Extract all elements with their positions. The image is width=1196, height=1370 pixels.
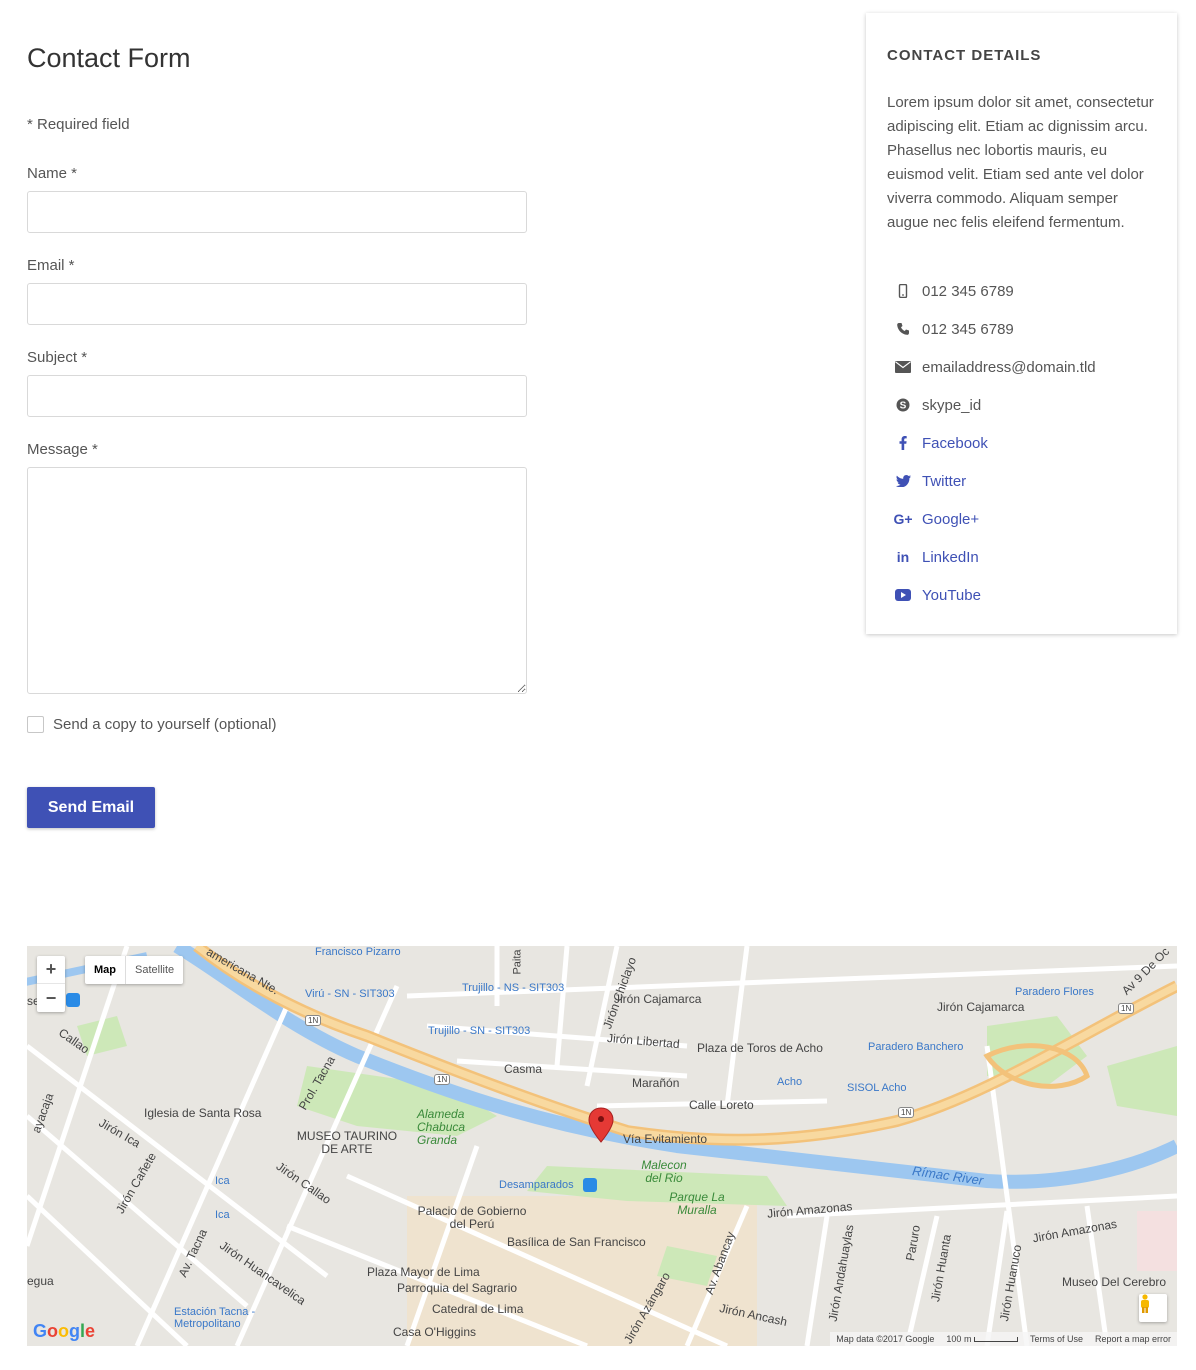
linkedin-icon: in bbox=[896, 549, 910, 565]
google-plus-icon: G+ bbox=[893, 511, 913, 527]
subject-input[interactable] bbox=[27, 375, 527, 417]
map-label: Ica bbox=[215, 1209, 230, 1221]
google-map[interactable]: Francisco Pizarro americana Nte. Virú - … bbox=[27, 946, 1177, 1346]
send-email-button[interactable]: Send Email bbox=[27, 787, 155, 828]
map-type-control: Map Satellite bbox=[85, 956, 184, 984]
map-label: SISOL Acho bbox=[847, 1082, 907, 1094]
map-label: Marañón bbox=[632, 1076, 680, 1090]
map-label: Casma bbox=[504, 1062, 543, 1076]
skype-icon: S bbox=[892, 396, 914, 414]
svg-text:S: S bbox=[900, 401, 907, 412]
copy-checkbox[interactable] bbox=[27, 716, 44, 733]
report-map-error-link[interactable]: Report a map error bbox=[1095, 1334, 1171, 1344]
youtube-icon bbox=[892, 586, 914, 604]
map-label: Acho bbox=[777, 1076, 803, 1088]
street-view-pegman-icon[interactable] bbox=[1139, 1294, 1167, 1322]
map-label: Plaza Mayor de Lima bbox=[367, 1265, 480, 1279]
message-textarea[interactable] bbox=[27, 467, 527, 694]
map-label: Paradero Flores bbox=[1015, 986, 1094, 998]
map-label: Alameda Chabuca Granda bbox=[417, 1107, 466, 1147]
contact-linkedin[interactable]: in LinkedIn bbox=[892, 548, 979, 566]
map-label: Paradero Banchero bbox=[868, 1041, 964, 1053]
contact-details-text: Lorem ipsum dolor sit amet, consectetur … bbox=[887, 94, 1154, 231]
map-label: Parroquia del Sagrario bbox=[397, 1281, 518, 1295]
map-label: Plaza de Toros de Acho bbox=[697, 1041, 823, 1055]
map-label: Estación Tacna - Metropolitano bbox=[174, 1306, 256, 1330]
map-data-credit: Map data ©2017 Google bbox=[836, 1334, 935, 1344]
contact-google-plus[interactable]: G+ Google+ bbox=[892, 510, 979, 528]
map-label: Iglesia de Santa Rosa bbox=[144, 1106, 262, 1120]
highway-shield: 1N bbox=[1118, 1003, 1135, 1014]
twitter-icon bbox=[892, 472, 914, 490]
highway-shield: 1N bbox=[434, 1074, 451, 1085]
phone-icon bbox=[892, 320, 914, 338]
contact-details-title: CONTACT DETAILS bbox=[887, 47, 1042, 64]
map-label: Palacio de Gobierno del Perú bbox=[417, 1204, 527, 1231]
email-label: Email * bbox=[27, 257, 75, 274]
map-label: Basílica de San Francisco bbox=[507, 1235, 646, 1249]
highway-shield: 1N bbox=[898, 1107, 915, 1118]
contact-mobile: 012 345 6789 bbox=[892, 282, 1014, 300]
map-label: Francisco Pizarro bbox=[315, 946, 401, 958]
contact-facebook[interactable]: Facebook bbox=[892, 434, 988, 452]
page-title: Contact Form bbox=[27, 43, 191, 73]
contact-twitter[interactable]: Twitter bbox=[892, 472, 966, 490]
contact-skype[interactable]: S skype_id bbox=[892, 396, 981, 414]
map-label: Jirón Cajamarca bbox=[937, 1000, 1025, 1014]
facebook-icon bbox=[892, 434, 914, 452]
contact-youtube[interactable]: YouTube bbox=[892, 586, 981, 604]
zoom-control: + − bbox=[37, 956, 65, 1012]
map-label: Trujillo - SN - SIT303 bbox=[428, 1025, 531, 1037]
name-input[interactable] bbox=[27, 191, 527, 233]
google-logo: Google bbox=[33, 1321, 96, 1341]
map-label: Paita bbox=[511, 949, 524, 975]
map-label: Catedral de Lima bbox=[432, 1302, 524, 1316]
contact-email[interactable]: emailaddress@domain.tld bbox=[892, 358, 1096, 376]
zoom-in-button[interactable]: + bbox=[37, 956, 65, 984]
map-label: Museo Del Cerebro bbox=[1062, 1275, 1167, 1289]
contact-phone: 012 345 6789 bbox=[892, 320, 1014, 338]
copy-checkbox-label[interactable]: Send a copy to yourself (optional) bbox=[53, 716, 276, 733]
highway-shield: 1N bbox=[305, 1015, 322, 1026]
subject-label: Subject * bbox=[27, 349, 88, 366]
map-label: Casa O'Higgins bbox=[393, 1325, 476, 1339]
map-label: Ica bbox=[215, 1175, 230, 1187]
name-label: Name * bbox=[27, 165, 78, 182]
map-label: Trujillo - NS - SIT303 bbox=[462, 982, 565, 994]
email-input[interactable] bbox=[27, 283, 527, 325]
map-label: Jirón Cajamarca bbox=[614, 992, 702, 1006]
copy-checkbox-row[interactable]: Send a copy to yourself (optional) bbox=[27, 716, 276, 733]
map-label: Calle Loreto bbox=[689, 1098, 754, 1112]
map-label: Virú - SN - SIT303 bbox=[305, 988, 395, 1000]
envelope-icon bbox=[892, 358, 914, 376]
map-scale: 100 m bbox=[946, 1334, 1018, 1344]
map-footer: Map data ©2017 Google 100 m Terms of Use… bbox=[830, 1332, 1177, 1346]
mobile-icon bbox=[892, 282, 914, 300]
contact-details-card: CONTACT DETAILS Lorem ipsum dolor sit am… bbox=[866, 13, 1177, 634]
map-label: Vía Evitamiento bbox=[623, 1132, 708, 1146]
map-label: MUSEO TAURINO DE ARTE bbox=[296, 1129, 398, 1156]
map-type-map-button[interactable]: Map bbox=[85, 956, 126, 984]
map-label: Malecon del Rio bbox=[641, 1158, 687, 1185]
map-label: Desamparados bbox=[499, 1179, 574, 1191]
message-label: Message * bbox=[27, 441, 98, 458]
map-type-satellite-button[interactable]: Satellite bbox=[126, 956, 183, 984]
map-label: Parque La Muralla bbox=[669, 1190, 725, 1217]
terms-of-use-link[interactable]: Terms of Use bbox=[1030, 1334, 1083, 1344]
map-label: egua bbox=[27, 1274, 54, 1288]
zoom-out-button[interactable]: − bbox=[37, 984, 65, 1012]
required-note: * Required field bbox=[27, 116, 130, 133]
